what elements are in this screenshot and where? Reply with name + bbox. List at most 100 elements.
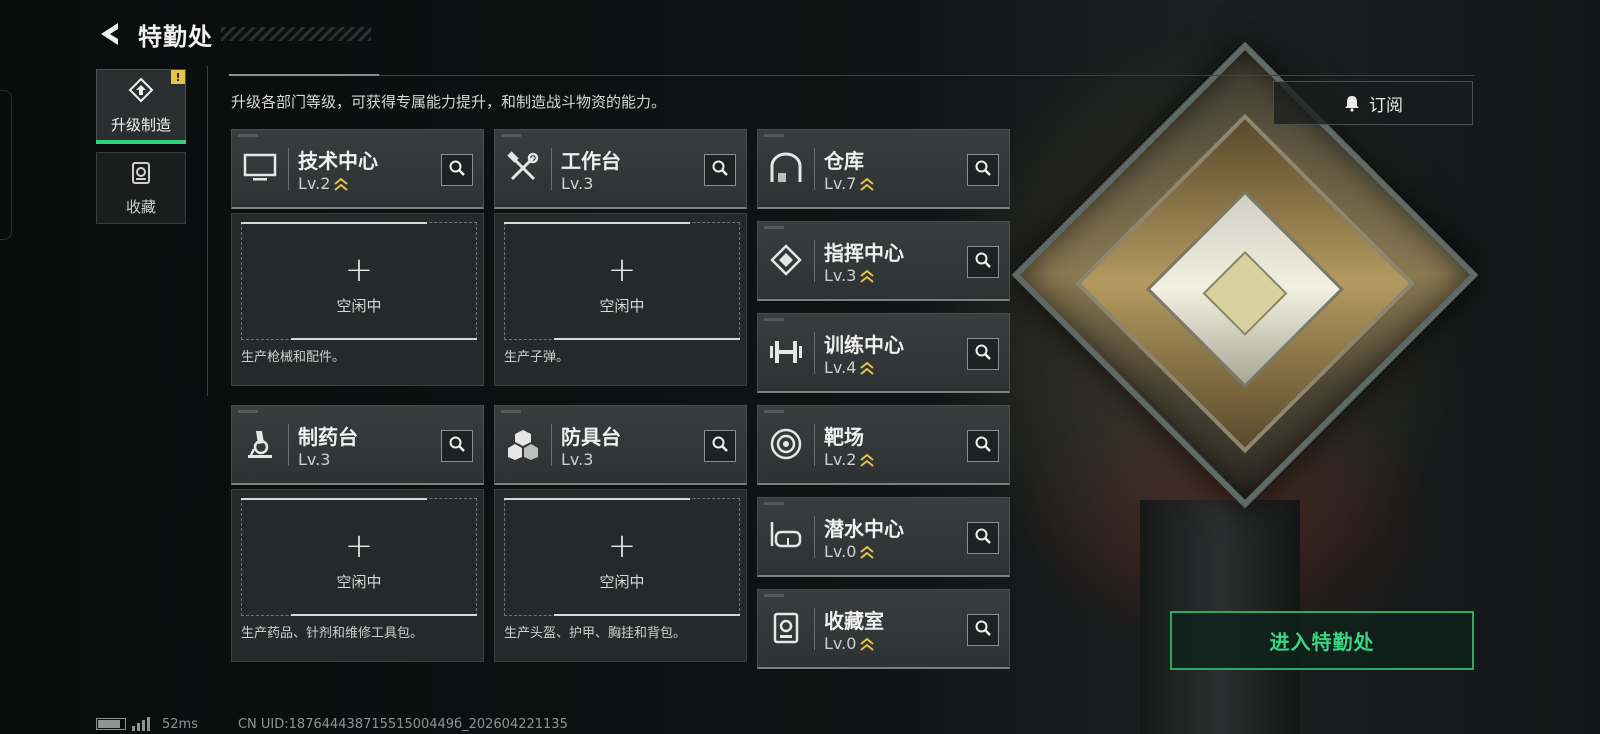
facility-name: 制药台 [298,425,358,449]
card-tag [764,318,784,321]
card-tag [764,594,784,597]
add-icon: + [607,250,637,290]
production-slot[interactable]: + 空闲中 [504,498,740,616]
upgrade-chevrons-icon [860,636,875,652]
card-tag [501,410,521,413]
search-button[interactable] [967,154,999,186]
side-tab-label: 收藏 [125,197,156,216]
divider-accent [229,74,379,76]
divider [229,75,1474,76]
monitor-icon [242,150,278,186]
production-panel-pharmacy: + 空闲中 生产药品、针剂和维修工具包。 [231,489,484,662]
side-tab-label: 升级制造 [110,115,171,134]
facility-name: 收藏室 [824,609,884,633]
search-button[interactable] [967,614,999,646]
facility-card-diving[interactable]: 潜水中心 Lv.0 [757,497,1010,577]
level-text: Lv.0 [824,542,857,561]
search-icon [711,435,729,457]
level-text: Lv.3 [824,266,857,285]
facility-card-workbench[interactable]: 工作台 Lv.3 [494,129,747,209]
production-slot[interactable]: + 空闲中 [504,222,740,340]
upgrade-chevrons-icon [860,176,875,192]
search-icon [448,435,466,457]
facility-level: Lv.2 [298,174,349,193]
side-tab-collection[interactable]: 收藏 [96,152,186,224]
separator [288,424,289,466]
trophy-icon [768,610,804,646]
search-icon [974,251,992,273]
facility-card-warehouse[interactable]: 仓库 Lv.7 [757,129,1010,209]
alert-badge: ! [171,70,185,84]
search-button[interactable] [704,154,736,186]
card-tag [764,410,784,413]
background-cube-artwork [1011,41,1480,520]
page-title: 特勤处 [138,22,213,51]
facility-level: Lv.3 [824,266,875,285]
search-button[interactable] [441,430,473,462]
search-button[interactable] [967,338,999,370]
separator [288,148,289,190]
upgrade-chevrons-icon [334,176,349,192]
cubes-icon [505,426,541,462]
slot-status: 空闲中 [336,297,382,315]
search-button[interactable] [967,430,999,462]
facility-card-training[interactable]: 训练中心 Lv.4 [757,313,1010,393]
upgrade-chevrons-icon [860,452,875,468]
separator [814,148,815,190]
slot-status: 空闲中 [599,573,645,591]
production-description: 生产头盔、护甲、胸挂和背包。 [504,626,687,641]
facility-level: Lv.4 [824,358,875,377]
back-arrow-icon[interactable] [94,18,126,50]
card-tag [764,134,784,137]
search-button[interactable] [967,522,999,554]
level-text: Lv.3 [561,174,594,193]
facility-level: Lv.7 [824,174,875,193]
separator [814,608,815,650]
production-description: 生产子弹。 [504,350,570,365]
search-icon [448,159,466,181]
facility-card-armor[interactable]: 防具台 Lv.3 [494,405,747,485]
slot-status: 空闲中 [336,573,382,591]
add-icon: + [344,250,374,290]
title-stripes [221,27,371,41]
search-button[interactable] [441,154,473,186]
level-text: Lv.0 [824,634,857,653]
facility-card-tech[interactable]: 技术中心 Lv.2 [231,129,484,209]
facility-card-collection[interactable]: 收藏室 Lv.0 [757,589,1010,669]
enter-special-ops-button[interactable]: 进入特勤处 [1170,611,1474,670]
search-button[interactable] [704,430,736,462]
production-description: 生产枪械和配件。 [241,350,346,365]
facility-level: Lv.3 [561,450,593,469]
microscope-icon [242,426,278,462]
facility-card-command[interactable]: 指挥中心 Lv.3 [757,221,1010,301]
chip-icon [768,242,804,278]
signal-icon [132,717,150,731]
search-button[interactable] [967,246,999,278]
ping-text: 52ms [162,716,198,732]
production-slot[interactable]: + 空闲中 [241,498,477,616]
production-slot[interactable]: + 空闲中 [241,222,477,340]
bell-icon [1343,94,1361,112]
facility-name: 指挥中心 [824,241,904,265]
dumbbell-icon [768,334,804,370]
separator [814,240,815,282]
facility-level: Lv.3 [561,174,593,193]
facility-level: Lv.0 [824,542,875,561]
production-description: 生产药品、针剂和维修工具包。 [241,626,424,641]
search-icon [974,619,992,641]
card-tag [764,226,784,229]
production-panel-armor: + 空闲中 生产头盔、护甲、胸挂和背包。 [494,489,747,662]
level-text: Lv.3 [298,450,331,469]
hammer-wrench-icon [505,150,541,186]
level-text: Lv.3 [561,450,594,469]
facility-card-range[interactable]: 靶场 Lv.2 [757,405,1010,485]
upgrade-chevrons-icon [860,360,875,376]
separator [551,148,552,190]
status-bar: 52ms CN UID:18764443871551500449б_202604… [96,716,568,732]
subscribe-label: 订阅 [1369,95,1403,116]
separator [551,424,552,466]
subscribe-button[interactable]: 订阅 [1273,81,1473,125]
facility-card-pharmacy[interactable]: 制药台 Lv.3 [231,405,484,485]
garage-icon [768,150,804,186]
side-tab-upgrade[interactable]: ! 升级制造 [96,69,186,144]
